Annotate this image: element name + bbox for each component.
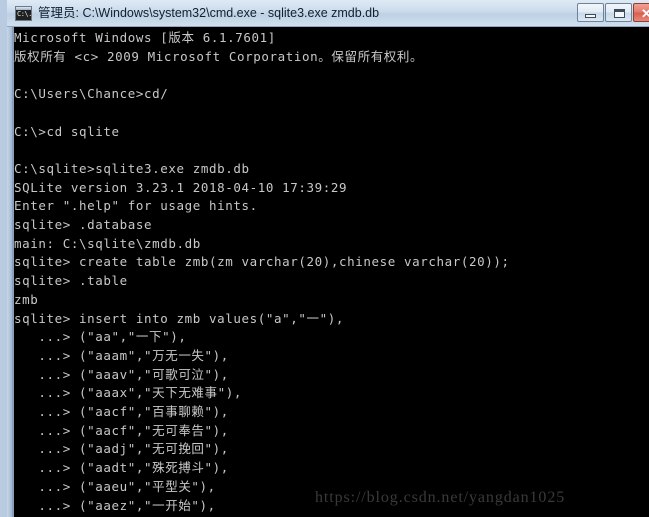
cmd-icon-prompt-glyph: C:\. <box>17 10 32 18</box>
maximize-icon <box>614 9 625 18</box>
minimize-icon <box>585 14 596 18</box>
minimize-button[interactable] <box>577 3 604 22</box>
cmd-prompt-icon: C:\. <box>15 6 32 21</box>
title-bar[interactable]: C:\. 管理员: C:\Windows\system32\cmd.exe - … <box>7 0 649 27</box>
maximize-button[interactable] <box>605 3 632 22</box>
console-text: Microsoft Windows [版本 6.1.7601] 版权所有 <c>… <box>14 30 510 517</box>
close-icon: ✕ <box>641 6 649 21</box>
watermark-url: https://blog.csdn.net/yangdan1025 <box>315 489 566 506</box>
window-title: 管理员: C:\Windows\system32\cmd.exe - sqlit… <box>38 6 380 20</box>
close-button[interactable]: ✕ <box>633 3 649 22</box>
console-window: C:\. 管理员: C:\Windows\system32\cmd.exe - … <box>0 0 649 517</box>
console-output-area[interactable]: Microsoft Windows [版本 6.1.7601] 版权所有 <c>… <box>14 27 649 517</box>
